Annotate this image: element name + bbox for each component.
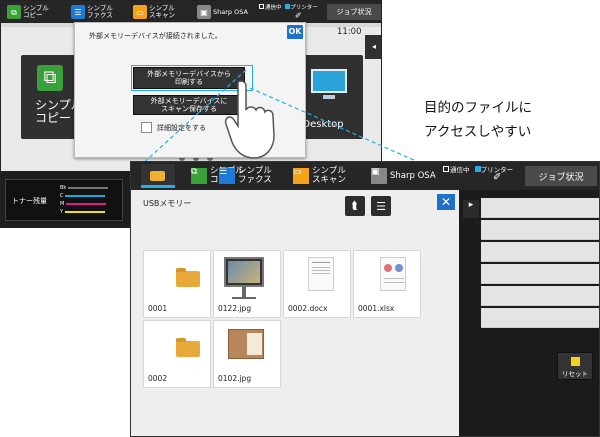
front-simple-scan-button[interactable]: ▭ シンプル スキャン [293, 167, 346, 185]
screen-root: ⧉ シンプル コピー ☰ シンプル ファクス ▭ シンプル スキャン ▣ Sha… [0, 0, 600, 437]
side-expand-button[interactable]: ▸ [463, 200, 479, 218]
side-row [481, 308, 599, 328]
list-icon: ☰ [376, 199, 386, 213]
side-row [481, 286, 599, 306]
file-item[interactable]: 0001 [143, 250, 211, 318]
side-row [481, 264, 599, 284]
fax-icon: ☰ [219, 168, 235, 184]
caption-text: 目的のファイルに アクセスしやすい [424, 100, 532, 140]
folder-icon [176, 268, 200, 287]
file-browser-panel: USBメモリー ⮬ ☰ ✕ 0001 0122.jpg 0002.docx 00… [131, 190, 459, 436]
file-name: 0122.jpg [218, 304, 252, 313]
file-item[interactable]: 0102.jpg [213, 320, 281, 388]
file-tab[interactable] [141, 164, 175, 188]
reset-button[interactable]: リセット [557, 352, 593, 380]
side-row [481, 198, 599, 218]
file-item[interactable]: 0002.docx [283, 250, 351, 318]
up-arrow-icon: ⮬ [351, 199, 359, 212]
front-usb-icon: ✐ [493, 172, 502, 183]
front-simple-fax-label: シンプル ファクス [238, 166, 272, 185]
front-job-status-button[interactable]: ジョブ状況 [525, 166, 597, 186]
front-toolbar: ⧉ シンプル コピー ☰ シンプル ファクス ▭ シンプル スキャン ▣ Sha… [131, 162, 599, 190]
side-row [481, 242, 599, 262]
spreadsheet-thumbnail-icon [380, 257, 406, 291]
front-comm-status: 通信中 [450, 166, 470, 174]
monitor-thumbnail-icon [224, 257, 264, 287]
reset-label: リセット [562, 370, 588, 378]
osa-icon: ▣ [371, 168, 387, 184]
document-thumbnail-icon [308, 257, 334, 291]
hand-pointer-icon [224, 80, 275, 159]
front-sharp-osa-label: Sharp OSA [390, 170, 436, 181]
file-name: 0002.docx [288, 304, 328, 313]
file-name: 0002 [148, 374, 168, 383]
file-item[interactable]: 0001.xlsx [353, 250, 421, 318]
folder-icon [150, 171, 165, 181]
front-simple-fax-button[interactable]: ☰ シンプル ファクス [219, 167, 272, 185]
front-status-area: 通信中 プリンター ✐ [443, 166, 513, 183]
list-view-button[interactable]: ☰ [371, 196, 391, 216]
file-item[interactable]: 0122.jpg [213, 250, 281, 318]
close-button[interactable]: ✕ [437, 194, 455, 210]
copy-icon: ⧉ [191, 168, 207, 184]
front-simple-scan-label: シンプル スキャン [312, 166, 347, 185]
up-folder-button[interactable]: ⮬ [345, 196, 365, 216]
side-row [481, 220, 599, 240]
reset-icon [570, 357, 580, 366]
scan-icon: ▭ [293, 168, 309, 184]
file-name: 0102.jpg [218, 374, 252, 383]
file-name: 0001 [148, 304, 168, 313]
book-thumbnail-icon [228, 329, 264, 359]
file-item[interactable]: 0002 [143, 320, 211, 388]
front-side-panel: ▸ リセット [461, 190, 599, 436]
file-name: 0001.xlsx [358, 304, 395, 313]
folder-icon [176, 338, 200, 357]
front-sharp-osa-button[interactable]: ▣ Sharp OSA [371, 167, 436, 185]
front-screen: ⧉ シンプル コピー ☰ シンプル ファクス ▭ シンプル スキャン ▣ Sha… [130, 161, 600, 437]
location-label: USBメモリー [143, 199, 192, 208]
